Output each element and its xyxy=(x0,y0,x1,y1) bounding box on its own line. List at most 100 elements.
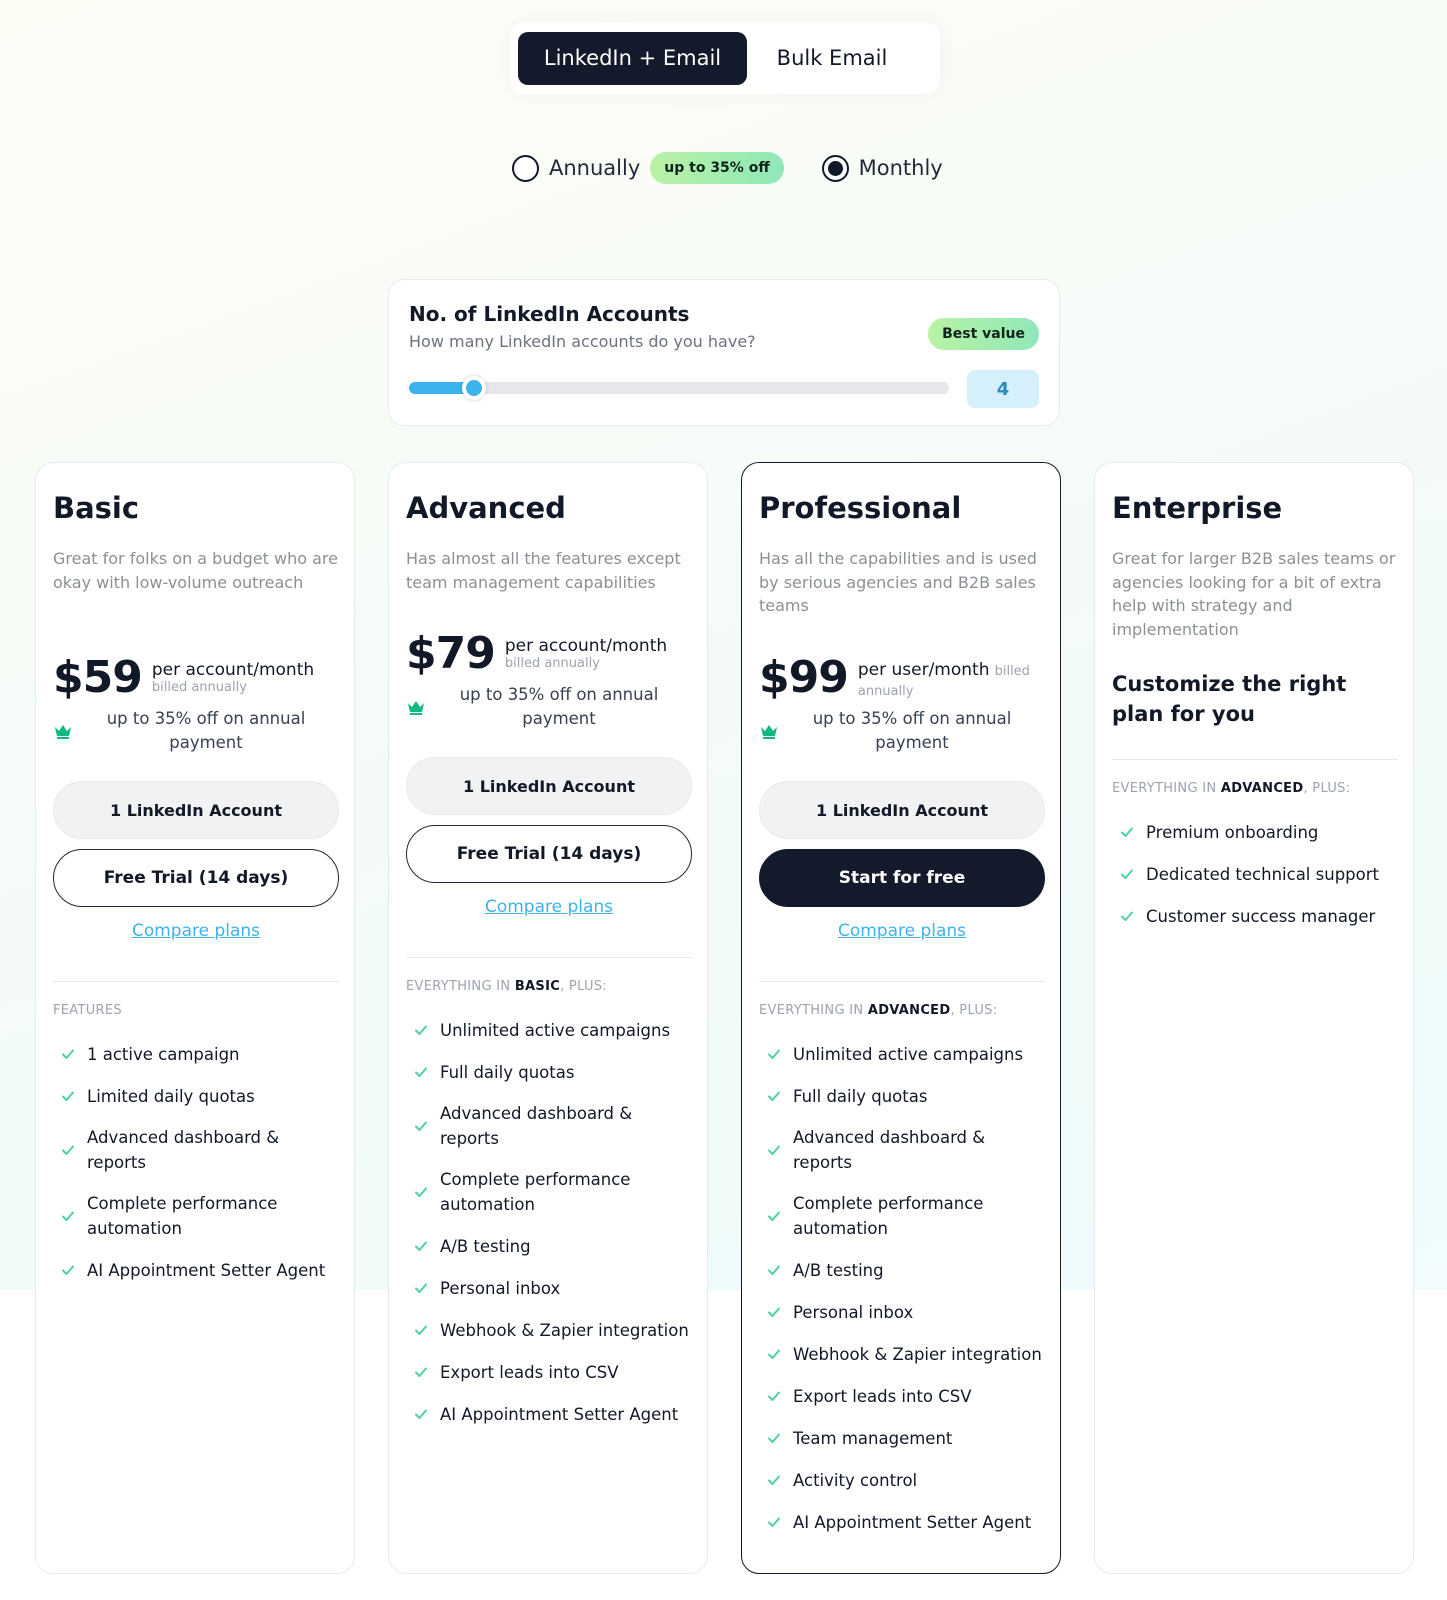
feature-item: Unlimited active campaigns xyxy=(759,1033,1049,1075)
feature-label: Full daily quotas xyxy=(793,1086,928,1106)
plan-name: Basic xyxy=(53,491,140,525)
section-label-prefix: EVERYTHING IN xyxy=(1112,781,1221,796)
accounts-slider[interactable] xyxy=(409,376,949,400)
price-row: $99 per user/month billed annually xyxy=(759,653,1038,703)
feature-label: AI Appointment Setter Agent xyxy=(440,1404,679,1424)
linkedin-accounts-button[interactable]: 1 LinkedIn Account xyxy=(759,781,1045,839)
section-label-plan: ADVANCED xyxy=(867,1003,951,1018)
feature-label: Full daily quotas xyxy=(440,1062,575,1082)
features-section-label: FEATURES xyxy=(53,1003,122,1018)
plan-price: $79 xyxy=(406,628,496,679)
enterprise-tagline: Customize the right plan for you xyxy=(1112,672,1347,726)
section-label-plan: ADVANCED xyxy=(1220,781,1304,796)
feature-list: 1 active campaign Limited daily quotas Adv… xyxy=(53,1033,343,1291)
crown-icon xyxy=(761,724,777,739)
divider xyxy=(1112,759,1398,760)
divider xyxy=(53,981,339,982)
tab-linkedin-email[interactable]: LinkedIn + Email xyxy=(518,31,747,85)
feature-label: Premium onboarding xyxy=(1146,822,1319,842)
start-for-free-button[interactable]: Start for free xyxy=(759,849,1045,907)
check-icon xyxy=(415,1241,427,1251)
check-icon xyxy=(768,1265,780,1275)
feature-item: Webhook & Zapier integration xyxy=(759,1333,1049,1375)
compare-plans-link[interactable]: Compare plans xyxy=(759,921,1045,941)
free-trial-button[interactable]: Free Trial (14 days) xyxy=(53,849,339,907)
feature-item: Limited daily quotas xyxy=(53,1075,343,1117)
features-section-label: EVERYTHING IN ADVANCED, PLUS: xyxy=(1112,781,1350,796)
check-icon xyxy=(62,1265,74,1275)
price-unit: per account/month xyxy=(151,660,315,680)
accounts-count[interactable]: 4 xyxy=(967,370,1039,408)
feature-item: Activity control xyxy=(759,1459,1049,1501)
check-icon xyxy=(415,1025,427,1035)
section-label-prefix: FEATURES xyxy=(53,1003,122,1018)
annually-radio[interactable] xyxy=(512,154,539,182)
check-icon xyxy=(62,1145,74,1155)
feature-item: Full daily quotas xyxy=(406,1051,696,1093)
price-meta: per user/month billed annually xyxy=(858,661,1038,701)
check-icon xyxy=(415,1121,427,1131)
feature-item: AI Appointment Setter Agent xyxy=(406,1393,696,1435)
section-label-plan: BASIC xyxy=(514,979,561,994)
feature-label: Webhook & Zapier integration xyxy=(440,1320,689,1340)
check-icon xyxy=(768,1049,780,1059)
check-icon xyxy=(768,1433,780,1443)
check-icon xyxy=(415,1187,427,1197)
linkedin-accounts-button[interactable]: 1 LinkedIn Account xyxy=(406,757,692,815)
crown-icon xyxy=(408,700,424,715)
feature-label: Customer success manager xyxy=(1146,906,1376,926)
feature-item: Advanced dashboard & reports xyxy=(759,1117,1049,1183)
linkedin-accounts-button[interactable]: 1 LinkedIn Account xyxy=(53,781,339,839)
check-icon xyxy=(768,1145,780,1155)
plan-card-advanced: Advanced Has almost all the features exc… xyxy=(388,462,708,1574)
feature-item: Premium onboarding xyxy=(1112,811,1402,853)
feature-list: Unlimited active campaigns Full daily quo… xyxy=(406,1009,696,1435)
discount-badge: up to 35% off xyxy=(650,152,784,184)
check-icon xyxy=(768,1475,780,1485)
discount-text: up to 35% off on annual payment xyxy=(106,709,306,752)
plan-description: Has all the capabilities and is used by … xyxy=(759,549,1037,615)
plan-name: Professional xyxy=(759,491,962,525)
feature-label: Webhook & Zapier integration xyxy=(793,1344,1042,1364)
plan-description: Has almost all the features except team … xyxy=(406,549,681,592)
feature-label: Dedicated technical support xyxy=(1146,864,1379,884)
section-label-suffix: , PLUS: xyxy=(1303,781,1351,796)
section-label-prefix: EVERYTHING IN xyxy=(406,979,515,994)
check-icon xyxy=(768,1517,780,1527)
check-icon xyxy=(768,1211,780,1221)
monthly-radio[interactable] xyxy=(821,154,849,182)
tab-bulk-email[interactable]: Bulk Email xyxy=(747,32,917,85)
feature-label: Export leads into CSV xyxy=(793,1386,972,1406)
feature-item: Webhook & Zapier integration xyxy=(406,1309,696,1351)
annually-label[interactable]: Annually xyxy=(549,156,640,180)
plan-description: Great for larger B2B sales teams or agen… xyxy=(1112,549,1396,639)
check-icon xyxy=(62,1091,74,1101)
radio-selected-dot xyxy=(827,160,843,176)
feature-item: Advanced dashboard & reports xyxy=(406,1093,696,1159)
feature-label: Export leads into CSV xyxy=(440,1362,619,1382)
check-icon xyxy=(1121,911,1133,921)
feature-item: AI Appointment Setter Agent xyxy=(53,1249,343,1291)
feature-label: Personal inbox xyxy=(793,1302,914,1322)
annual-discount: up to 35% off on annual payment xyxy=(406,683,692,730)
feature-label: Unlimited active campaigns xyxy=(793,1044,1024,1064)
feature-item: Export leads into CSV xyxy=(406,1351,696,1393)
compare-plans-link[interactable]: Compare plans xyxy=(53,921,339,941)
price-unit: per user/month xyxy=(857,660,990,680)
check-icon xyxy=(415,1325,427,1335)
feature-label: Activity control xyxy=(793,1470,918,1490)
plan-name: Advanced xyxy=(406,491,566,525)
compare-plans-link[interactable]: Compare plans xyxy=(406,897,692,917)
feature-label: Complete performance automation xyxy=(440,1170,631,1214)
price-meta: per account/month billed annually xyxy=(152,661,314,697)
free-trial-button[interactable]: Free Trial (14 days) xyxy=(406,825,692,883)
feature-label: Advanced dashboard & reports xyxy=(87,1128,280,1172)
monthly-label[interactable]: Monthly xyxy=(859,156,943,180)
check-icon xyxy=(768,1391,780,1401)
slider-thumb[interactable] xyxy=(462,376,487,400)
accounts-subtitle: How many LinkedIn accounts do you have? xyxy=(409,332,756,351)
discount-text: up to 35% off on annual payment xyxy=(459,685,659,728)
crown-icon xyxy=(55,724,71,739)
billing-toggle: Annually up to 35% off Monthly xyxy=(512,150,943,186)
feature-item: Unlimited active campaigns xyxy=(406,1009,696,1051)
